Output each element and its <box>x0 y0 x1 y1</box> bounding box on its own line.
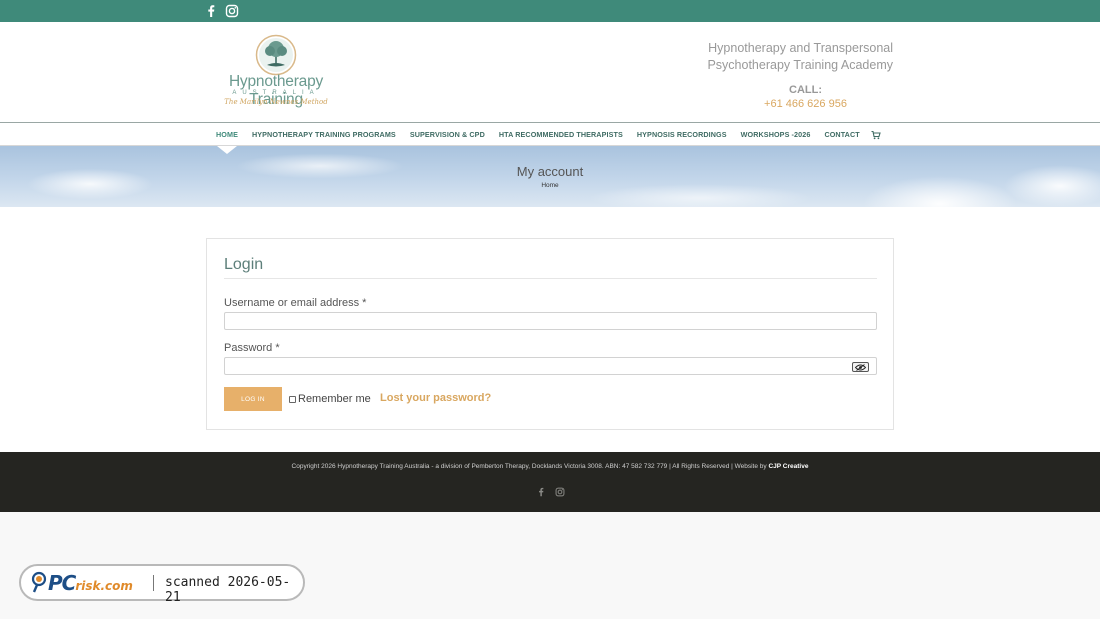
remember-me-label[interactable]: Remember me <box>298 393 371 405</box>
instagram-icon[interactable] <box>225 4 239 18</box>
call-label: CALL: <box>789 84 822 96</box>
logo-country: AUSTRALIA <box>232 90 320 96</box>
nav-item-contact[interactable]: CONTACT <box>817 130 866 139</box>
username-input[interactable] <box>224 312 877 330</box>
lost-password-link[interactable]: Lost your password? <box>380 392 491 404</box>
cart-icon[interactable] <box>871 130 881 140</box>
phone-number-link[interactable]: +61 466 626 956 <box>700 98 893 110</box>
login-form: Login Username or email address * Passwo… <box>206 238 894 430</box>
show-password-button[interactable] <box>852 362 869 372</box>
nav-item-hypnosis-recordings[interactable]: HYPNOSIS RECORDINGS <box>630 130 734 139</box>
top-social-bar <box>0 0 1100 22</box>
main-navigation: HOME HYPNOTHERAPY TRAINING PROGRAMS SUPE… <box>0 122 1100 146</box>
watermark-brand-main: PC <box>48 571 76 595</box>
cjp-creative-link[interactable]: CJP Creative <box>768 463 808 470</box>
nav-menu: HOME HYPNOTHERAPY TRAINING PROGRAMS SUPE… <box>209 123 881 146</box>
site-header: Hypnotherapy Training AUSTRALIA The Mari… <box>0 22 1100 122</box>
watermark-brand-rest: risk.com <box>75 579 133 593</box>
nav-item-home[interactable]: HOME <box>209 130 245 139</box>
tree-logo-icon[interactable] <box>255 34 297 76</box>
nav-item-training-programs[interactable]: HYPNOTHERAPY TRAINING PROGRAMS <box>245 130 403 139</box>
active-nav-indicator <box>217 146 237 154</box>
logo-tagline: The Marilyn Newnes Method <box>224 98 328 106</box>
password-label: Password * <box>224 342 280 354</box>
header-contact: Hypnotherapy and Transpersonal Psychothe… <box>700 40 893 110</box>
header-tagline-line2: Psychotherapy Training Academy <box>707 58 893 72</box>
page-title-banner: My account Home <box>0 146 1100 207</box>
nav-item-workshops[interactable]: WORKSHOPS -2026 <box>734 130 818 139</box>
page-title: My account <box>516 164 584 179</box>
magnifier-logo-icon <box>31 571 47 593</box>
breadcrumb-home[interactable]: Home <box>0 182 1100 189</box>
nav-item-supervision-cpd[interactable]: SUPERVISION & CPD <box>403 130 492 139</box>
password-input[interactable] <box>224 357 877 375</box>
watermark-brand: PCrisk.com <box>48 571 133 595</box>
main-content: Login Username or email address * Passwo… <box>0 207 1100 452</box>
scan-watermark-badge: PCrisk.com scanned 2026-05-21 <box>19 564 305 605</box>
log-in-button[interactable]: LOG IN <box>224 387 282 411</box>
username-label: Username or email address * <box>224 297 367 309</box>
site-footer: Copyright 2026 Hypnotherapy Training Aus… <box>0 452 1100 512</box>
instagram-icon[interactable] <box>555 487 565 497</box>
watermark-scan-date: scanned 2026-05-21 <box>165 575 291 605</box>
nav-item-recommended-therapists[interactable]: HTA RECOMMENDED THERAPISTS <box>492 130 630 139</box>
login-divider <box>224 278 877 279</box>
watermark-separator <box>153 575 154 591</box>
facebook-icon[interactable] <box>204 4 218 18</box>
header-tagline-line1: Hypnotherapy and Transpersonal <box>708 41 893 55</box>
copyright-text: Copyright 2026 Hypnotherapy Training Aus… <box>291 463 769 470</box>
eye-icon <box>855 363 866 371</box>
footer-copyright: Copyright 2026 Hypnotherapy Training Aus… <box>0 463 1100 470</box>
remember-me-checkbox[interactable] <box>289 396 296 403</box>
facebook-icon[interactable] <box>536 487 546 497</box>
login-heading: Login <box>224 256 264 273</box>
